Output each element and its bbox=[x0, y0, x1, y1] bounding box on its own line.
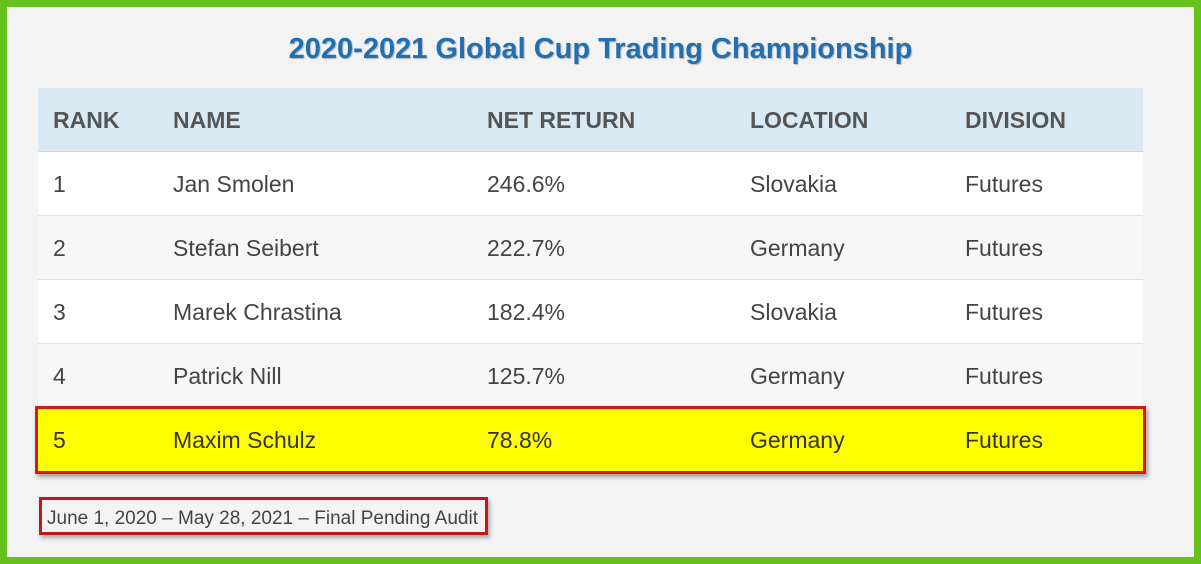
column-header-location: LOCATION bbox=[750, 107, 869, 133]
net-return-cell: 222.7% bbox=[487, 235, 566, 261]
column-header-name: NAME bbox=[173, 107, 241, 133]
table-row: 4 Patrick Nill 125.7% Germany Futures bbox=[38, 344, 1143, 408]
page-title: 2020-2021 Global Cup Trading Championshi… bbox=[288, 33, 913, 65]
rank-cell: 1 bbox=[53, 171, 66, 197]
division-cell: Futures bbox=[965, 171, 1043, 197]
net-return-cell: 182.4% bbox=[487, 299, 566, 325]
image-frame: 2020-2021 Global Cup Trading Championshi… bbox=[0, 0, 1201, 564]
net-return-cell: 246.6% bbox=[487, 171, 566, 197]
column-header-division: DIVISION bbox=[965, 107, 1066, 133]
column-header-net-return: NET RETURN bbox=[487, 107, 636, 133]
division-cell: Futures bbox=[965, 427, 1043, 453]
name-cell: Patrick Nill bbox=[173, 363, 282, 389]
leaderboard-table: RANK NAME NET RETURN LOCATION DIVISION 1… bbox=[35, 88, 1146, 474]
table-row: 2 Stefan Seibert 222.7% Germany Futures bbox=[38, 216, 1143, 280]
net-return-cell: 78.8% bbox=[487, 427, 553, 453]
location-cell: Slovakia bbox=[750, 299, 837, 325]
table-header-row: RANK NAME NET RETURN LOCATION DIVISION bbox=[38, 88, 1143, 152]
rank-cell: 3 bbox=[53, 299, 66, 325]
location-cell: Germany bbox=[750, 427, 845, 453]
location-cell: Germany bbox=[750, 235, 845, 261]
name-cell: Maxim Schulz bbox=[173, 427, 317, 453]
rank-cell: 5 bbox=[53, 427, 66, 453]
net-return-cell: 125.7% bbox=[487, 363, 566, 389]
rank-cell: 4 bbox=[53, 363, 66, 389]
name-cell: Stefan Seibert bbox=[173, 235, 319, 261]
column-header-rank: RANK bbox=[53, 107, 120, 133]
date-range-footnote: June 1, 2020 – May 28, 2021 – Final Pend… bbox=[39, 497, 488, 535]
name-cell: Jan Smolen bbox=[173, 171, 295, 197]
highlighted-table-row: 5 Maxim Schulz 78.8% Germany Futures bbox=[35, 406, 1146, 474]
division-cell: Futures bbox=[965, 299, 1043, 325]
location-cell: Germany bbox=[750, 363, 845, 389]
rank-cell: 2 bbox=[53, 235, 66, 261]
division-cell: Futures bbox=[965, 363, 1043, 389]
division-cell: Futures bbox=[965, 235, 1043, 261]
table-row: 1 Jan Smolen 246.6% Slovakia Futures bbox=[38, 152, 1143, 216]
table-row: 3 Marek Chrastina 182.4% Slovakia Future… bbox=[38, 280, 1143, 344]
location-cell: Slovakia bbox=[750, 171, 837, 197]
name-cell: Marek Chrastina bbox=[173, 299, 342, 325]
